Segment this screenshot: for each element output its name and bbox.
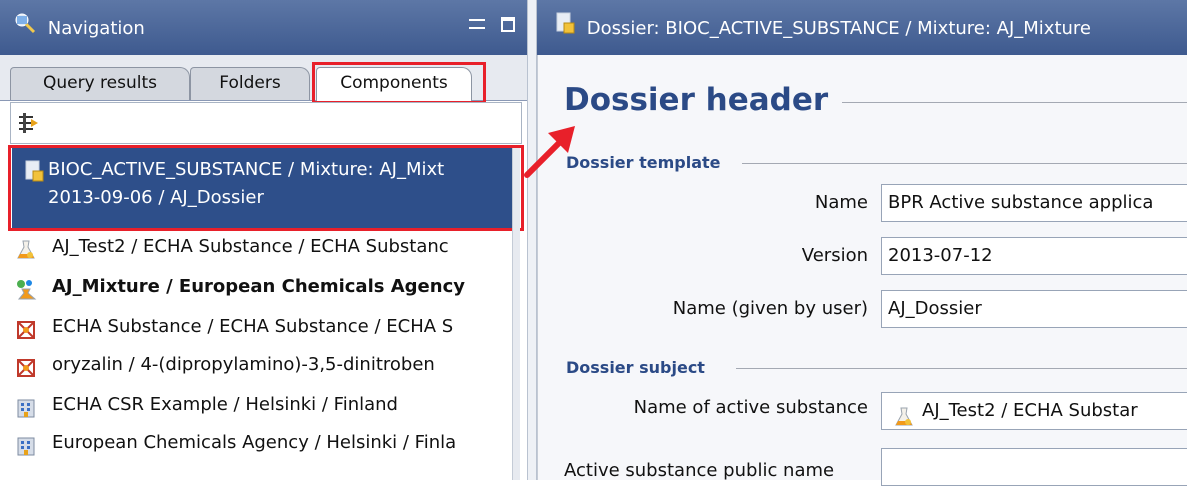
list-item-label: European Chemicals Agency / Helsinki / F…: [52, 432, 457, 453]
navigation-view: Navigation Query results Folders Compone…: [0, 0, 527, 480]
navigation-icon: [14, 1, 36, 56]
mixture-icon: [16, 278, 38, 304]
list-item[interactable]: AJ_Mixture / European Chemicals Agency: [0, 270, 518, 304]
dossier-icon: [555, 1, 575, 56]
version-field[interactable]: 2013-07-12: [881, 237, 1187, 275]
editor-titlebar[interactable]: Dossier: BIOC_ACTIVE_SUBSTANCE / Mixture…: [537, 0, 1187, 55]
user-name-label: Name (given by user): [672, 298, 868, 319]
tab-folders[interactable]: Folders: [190, 67, 310, 100]
version-label: Version: [801, 245, 868, 266]
name-label: Name: [814, 192, 868, 213]
navigation-titlebar[interactable]: Navigation: [0, 0, 527, 55]
list-item-label: ECHA CSR Example / Helsinki / Finland: [52, 394, 398, 415]
components-toolbar: [10, 102, 522, 144]
building-icon: [16, 434, 36, 460]
editor-body: Dossier header Dossier template Name BPR…: [537, 55, 1187, 486]
tab-query-results[interactable]: Query results: [10, 67, 190, 100]
list-item-label: AJ_Test2 / ECHA Substance / ECHA Substan…: [52, 236, 449, 257]
maximize-icon[interactable]: [501, 17, 515, 32]
user-name-field[interactable]: AJ_Dossier: [881, 290, 1187, 328]
molecule-icon: [16, 356, 36, 382]
list-item-label: oryzalin / 4-(dipropylamino)-3,5-dinitro…: [52, 354, 435, 375]
list-item[interactable]: ECHA CSR Example / Helsinki / Finland: [0, 388, 518, 422]
public-name-field[interactable]: [881, 448, 1187, 486]
editor-title: Dossier: BIOC_ACTIVE_SUBSTANCE / Mixture…: [586, 17, 1092, 39]
flask-icon: [894, 404, 914, 429]
molecule-icon: [16, 318, 36, 344]
list-item-label: AJ_Mixture / European Chemicals Agency: [52, 276, 465, 297]
list-item[interactable]: AJ_Test2 / ECHA Substance / ECHA Substan…: [0, 230, 518, 264]
public-name-label: Active substance public name: [564, 460, 835, 481]
list-item[interactable]: oryzalin / 4-(dipropylamino)-3,5-dinitro…: [0, 348, 518, 382]
navigation-title: Navigation: [47, 17, 145, 39]
list-item[interactable]: ECHA Substance / ECHA Substance / ECHA S: [0, 310, 518, 344]
active-substance-label: Name of active substance: [633, 397, 868, 418]
list-item[interactable]: European Chemicals Agency / Helsinki / F…: [0, 426, 518, 460]
components-tab-highlight: [312, 62, 486, 104]
dossier-editor: Dossier: BIOC_ACTIVE_SUBSTANCE / Mixture…: [537, 0, 1187, 486]
active-substance-field[interactable]: AJ_Test2 / ECHA Substar: [881, 392, 1187, 430]
dossier-header-title: Dossier header: [564, 82, 829, 118]
subject-rule: [736, 368, 1187, 369]
header-rule: [842, 102, 1187, 103]
minimize-icon[interactable]: [469, 19, 486, 29]
view-sash[interactable]: [527, 0, 537, 480]
building-icon: [16, 396, 36, 422]
section-dossier-template: Dossier template: [566, 153, 721, 172]
filter-icon[interactable]: [17, 112, 39, 138]
flask-icon: [16, 238, 36, 264]
section-dossier-subject: Dossier subject: [566, 358, 705, 377]
list-item-label: ECHA Substance / ECHA Substance / ECHA S: [52, 316, 454, 337]
active-substance-value: AJ_Test2 / ECHA Substar: [922, 400, 1138, 421]
name-field[interactable]: BPR Active substance applica: [881, 184, 1187, 222]
template-rule: [742, 163, 1187, 164]
list-scrollbar[interactable]: [512, 148, 520, 480]
selected-item-highlight: [8, 145, 524, 231]
